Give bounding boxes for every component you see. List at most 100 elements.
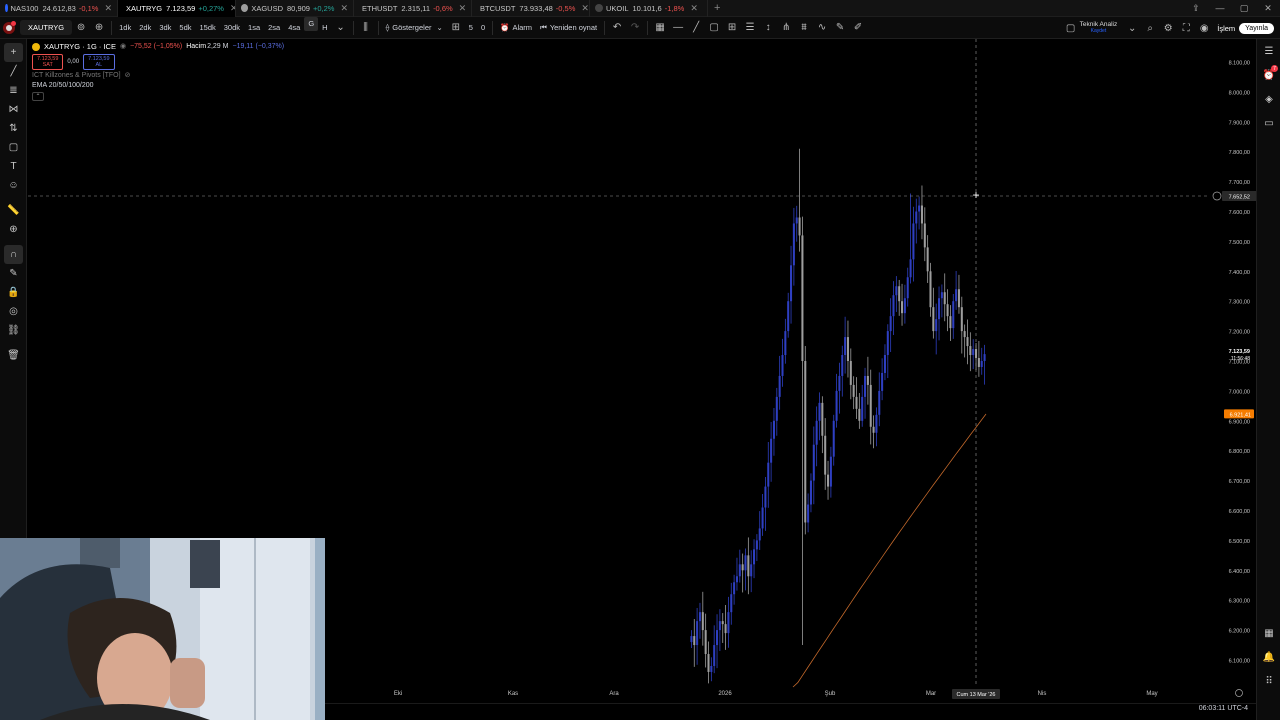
chevron-down-icon[interactable]: ⌄ bbox=[1123, 17, 1141, 39]
lock-icon[interactable]: 🔒 bbox=[0, 283, 27, 302]
pattern-icon[interactable]: ⋈ bbox=[0, 100, 27, 119]
calendar-icon[interactable]: ▦ bbox=[1257, 621, 1280, 645]
collapse-legend-button[interactable]: ⌃ bbox=[32, 92, 44, 101]
candle-body bbox=[733, 582, 736, 595]
replay-button[interactable]: ⏮ Yeniden oynat bbox=[536, 17, 601, 39]
buy-button[interactable]: 7.123,59 AL bbox=[83, 54, 115, 70]
redo-icon[interactable]: ↷ bbox=[626, 17, 644, 39]
close-icon[interactable]: ✕ bbox=[1256, 0, 1280, 17]
close-icon[interactable]: ✕ bbox=[581, 3, 589, 14]
close-icon[interactable]: ✕ bbox=[340, 3, 348, 14]
link-icon[interactable]: ⛓ bbox=[0, 321, 27, 340]
emoji-icon[interactable]: ☺ bbox=[0, 176, 27, 195]
utc-clock[interactable]: 06:03:11 UTC-4 bbox=[1199, 705, 1248, 712]
undo-icon[interactable]: ↶ bbox=[608, 17, 626, 39]
tab-price: 10.101,6 bbox=[632, 3, 662, 13]
pattern-icon[interactable]: ⩩ bbox=[795, 17, 813, 39]
visibility-icon[interactable]: ◎ bbox=[0, 302, 27, 321]
camera-icon[interactable]: ◉ bbox=[1195, 17, 1213, 39]
text-icon[interactable]: T bbox=[0, 157, 27, 176]
price-tick-label: 8.100,00 bbox=[1229, 61, 1250, 67]
interval-2dk[interactable]: 2dk bbox=[135, 17, 155, 39]
grid-icon[interactable]: ▦ bbox=[651, 17, 669, 39]
symbol-info-icon[interactable]: ⊚ bbox=[72, 17, 90, 39]
indicator-killzones[interactable]: ICT Killzones & Pivots [TFO] bbox=[32, 71, 121, 81]
brush-icon[interactable]: ✎ bbox=[831, 17, 849, 39]
interval-g[interactable]: G bbox=[304, 16, 319, 31]
close-icon[interactable]: ✕ bbox=[459, 3, 467, 14]
tech-analysis-button[interactable]: Teknik Analiz Kaydet bbox=[1080, 21, 1118, 35]
layout-count-a[interactable]: 5 bbox=[465, 17, 477, 39]
share-icon[interactable]: ⇪ bbox=[1184, 0, 1208, 17]
path-icon[interactable]: ∿ bbox=[813, 17, 831, 39]
long-position-icon[interactable]: ↕ bbox=[759, 17, 777, 39]
interval-15dk[interactable]: 15dk bbox=[196, 17, 220, 39]
symbol-search-input[interactable]: XAUTRYG bbox=[20, 20, 73, 35]
add-tab-icon[interactable]: + bbox=[708, 2, 726, 14]
trade-button[interactable]: İşlem bbox=[1213, 17, 1239, 39]
apps-icon[interactable]: ⠿ bbox=[1257, 669, 1280, 693]
add-alert-icon[interactable] bbox=[1212, 191, 1222, 201]
notifications-icon[interactable]: 🔔 bbox=[1257, 645, 1280, 669]
trend-line-icon[interactable]: ╱ bbox=[0, 62, 27, 81]
settings-icon[interactable]: ⚙ bbox=[1159, 17, 1177, 39]
tab-xagusd[interactable]: XAGUSD 80,909 +0,2% ✕ bbox=[236, 0, 354, 17]
hidden-eye-icon[interactable]: ⊘ bbox=[125, 71, 131, 81]
layout-icon[interactable]: ⊞ bbox=[723, 17, 741, 39]
candle-body bbox=[798, 217, 801, 236]
zoom-in-icon[interactable]: ⊕ bbox=[0, 220, 27, 239]
indicator-ema[interactable]: EMA 20/50/100/200 bbox=[32, 81, 94, 91]
tab-btcusdt[interactable]: BTCUSDT 73.933,48 -0,5% ✕ bbox=[472, 0, 590, 17]
fib-icon[interactable]: ≣ bbox=[0, 81, 27, 100]
interval-1dk[interactable]: 1dk bbox=[115, 17, 135, 39]
interval-30dk[interactable]: 30dk bbox=[220, 17, 244, 39]
interval-h[interactable]: H bbox=[318, 17, 331, 39]
interval-1sa[interactable]: 1sa bbox=[244, 17, 264, 39]
publish-button[interactable]: Yayınla bbox=[1239, 22, 1274, 34]
highlighter-icon[interactable]: ✐ bbox=[849, 17, 867, 39]
alarm-button[interactable]: ⏰ Alarm bbox=[496, 17, 536, 39]
sell-button[interactable]: 7.123,59 SAT bbox=[32, 54, 64, 70]
fib-icon[interactable]: ☰ bbox=[741, 17, 759, 39]
axis-settings-icon[interactable] bbox=[1235, 689, 1243, 697]
indicators-button[interactable]: ⟠ Göstergeler ⌄ bbox=[382, 17, 447, 39]
crosshair-icon[interactable]: + bbox=[4, 43, 23, 62]
rectangle-icon[interactable]: ▢ bbox=[705, 17, 723, 39]
layout-count-b[interactable]: 0 bbox=[477, 17, 489, 39]
magnet-icon[interactable]: ∩ bbox=[4, 245, 23, 264]
maximize-icon[interactable]: ▢ bbox=[1232, 0, 1256, 17]
close-icon[interactable]: ✕ bbox=[690, 3, 698, 14]
templates-icon[interactable]: ⊞ bbox=[447, 17, 465, 39]
tab-ukoil[interactable]: UKOIL 10.101,6 -1,8% ✕ bbox=[590, 0, 708, 17]
trash-icon[interactable]: 🗑 bbox=[0, 346, 27, 365]
chevron-down-icon[interactable]: ⌄ bbox=[332, 17, 350, 39]
alerts-icon[interactable]: ⏰ 7 bbox=[1257, 63, 1280, 87]
pen-lock-icon[interactable]: ✎ bbox=[0, 264, 27, 283]
shape-icon[interactable]: ▢ bbox=[0, 138, 27, 157]
interval-2sa[interactable]: 2sa bbox=[264, 17, 284, 39]
ruler-icon[interactable]: 📏 bbox=[0, 201, 27, 220]
horizontal-line-icon[interactable]: — bbox=[669, 17, 687, 39]
tab-xautryg[interactable]: XAUTRYG7.123,59+0,27%✕ bbox=[118, 0, 236, 17]
compare-add-icon[interactable]: ⊕ bbox=[90, 17, 108, 39]
watchlist-icon[interactable]: ☰ bbox=[1257, 39, 1280, 63]
trend-line-icon[interactable]: ╱ bbox=[687, 17, 705, 39]
layers-icon[interactable]: ◈ bbox=[1257, 87, 1280, 111]
price-tick-label: 7.600,00 bbox=[1229, 210, 1250, 216]
interval-5dk[interactable]: 5dk bbox=[175, 17, 195, 39]
profile-icon[interactable] bbox=[0, 17, 18, 39]
layout-select-icon[interactable]: ▢ bbox=[1062, 17, 1080, 39]
minimize-icon[interactable]: — bbox=[1208, 0, 1232, 17]
search-icon[interactable]: ⌕ bbox=[1141, 17, 1159, 39]
candle-type-icon[interactable]: ⫼ bbox=[357, 17, 375, 39]
fullscreen-icon[interactable]: ⛶ bbox=[1177, 17, 1195, 39]
interval-4sa[interactable]: 4sa bbox=[284, 17, 304, 39]
interval-3dk[interactable]: 3dk bbox=[155, 17, 175, 39]
position-icon[interactable]: ⇅ bbox=[0, 119, 27, 138]
tab-ethusdt[interactable]: ETHUSDT 2.315,11 -0,6% ✕ bbox=[354, 0, 472, 17]
pitchfork-icon[interactable]: ⋔ bbox=[777, 17, 795, 39]
tab-nas100[interactable]: NAS100 24.612,83 -0,1% ✕ bbox=[0, 0, 118, 17]
legend-eye-icon[interactable]: ◉ bbox=[120, 42, 126, 52]
close-icon[interactable]: ✕ bbox=[104, 3, 112, 14]
chat-icon[interactable]: ▭ bbox=[1257, 111, 1280, 135]
